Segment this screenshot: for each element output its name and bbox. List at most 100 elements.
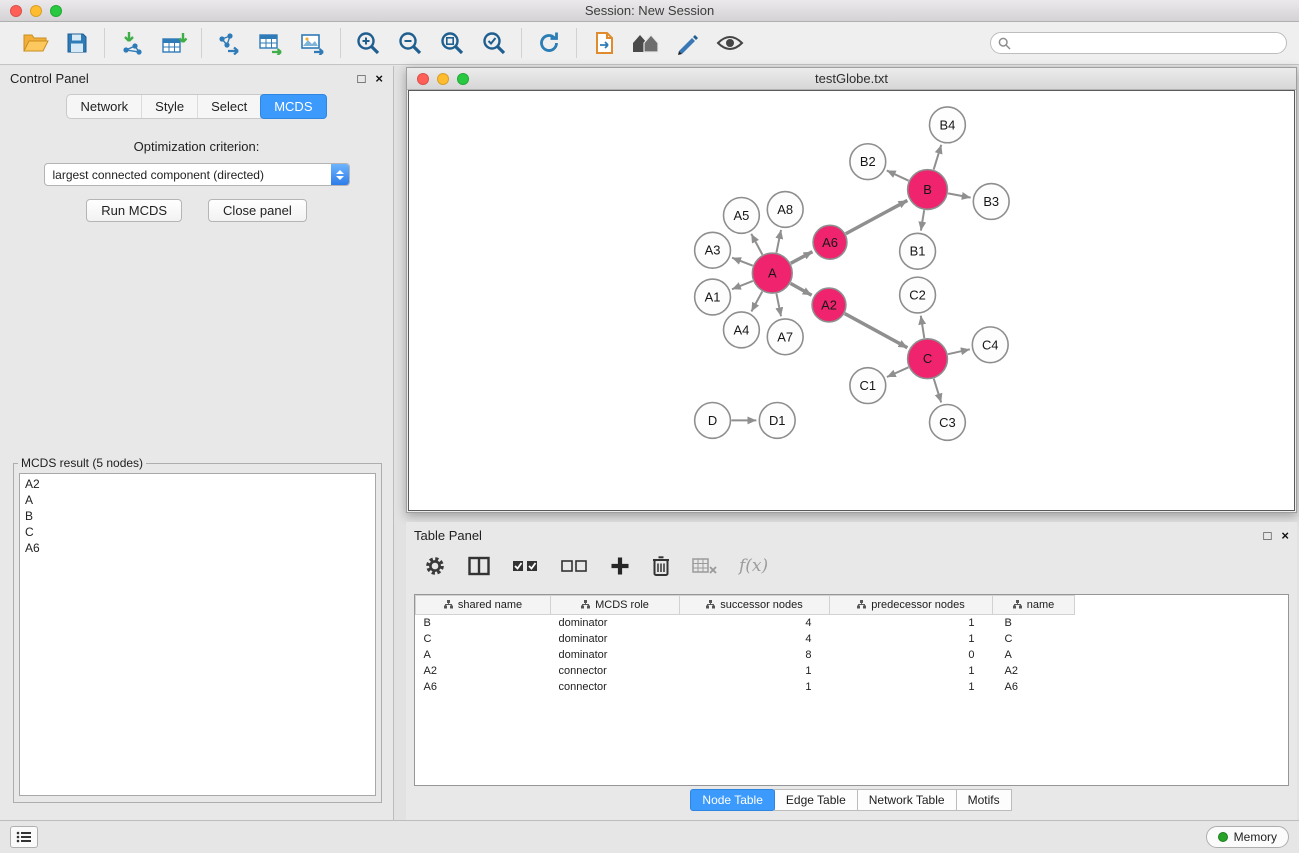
graph-edge-C-C3[interactable] [934,379,941,403]
graph-edge-A-A5[interactable] [751,234,762,255]
table-cell[interactable]: A [993,647,1075,663]
memory-button[interactable]: Memory [1206,826,1289,848]
show-details-button[interactable] [713,27,747,59]
graph-node-A3[interactable]: A3 [695,232,731,268]
zoom-window-button[interactable] [50,5,62,17]
table-cell[interactable]: A6 [416,679,551,695]
first-neighbors-button[interactable] [587,27,621,59]
network-canvas-svg[interactable]: B4B2BB3A5A8A6A3B1AC2A1A2A4A7C4CC1DD1C3 [409,91,1294,510]
zoom-in-button[interactable] [351,27,385,59]
graph-node-C1[interactable]: C1 [850,368,886,404]
tab-select[interactable]: Select [198,95,261,118]
table-cell[interactable]: A [416,647,551,663]
table-cell[interactable]: A2 [993,663,1075,679]
criterion-dropdown[interactable]: largest connected component (directed) [44,163,350,186]
graph-node-A5[interactable]: A5 [723,197,759,233]
graph-node-B2[interactable]: B2 [850,144,886,180]
close-panel-icon[interactable]: × [375,72,383,85]
graph-node-C3[interactable]: C3 [930,405,966,441]
graph-edge-A-A4[interactable] [751,291,762,311]
graph-edge-A-A7[interactable] [776,294,781,317]
mcds-result-item[interactable]: C [25,524,370,540]
table-cell[interactable]: A6 [993,679,1075,695]
graph-node-D[interactable]: D [695,403,731,439]
mcds-result-item[interactable]: A2 [25,476,370,492]
table-cell[interactable]: connector [551,679,680,695]
graph-edge-B-B2[interactable] [887,171,909,181]
graph-node-B3[interactable]: B3 [973,184,1009,220]
close-panel-button[interactable]: Close panel [208,199,307,222]
search-input[interactable] [990,32,1287,54]
graph-node-A8[interactable]: A8 [767,192,803,228]
annotation-button[interactable] [671,27,705,59]
add-column-button[interactable] [610,556,630,576]
table-cell[interactable]: C [416,631,551,647]
table-row[interactable]: Bdominator41B [416,615,1289,631]
table-row[interactable]: A2connector11A2 [416,663,1289,679]
graph-edge-A-A2[interactable] [790,283,811,295]
node-table[interactable]: shared nameMCDS rolesuccessor nodesprede… [414,594,1289,786]
zoom-out-button[interactable] [393,27,427,59]
float-table-panel-icon[interactable]: □ [1264,529,1272,542]
graph-edge-C-C1[interactable] [887,367,909,377]
table-cell[interactable]: C [993,631,1075,647]
table-row[interactable]: A6connector11A6 [416,679,1289,695]
delete-column-button[interactable] [652,555,670,577]
tab-style[interactable]: Style [142,95,198,118]
export-network-button[interactable] [212,27,246,59]
graph-node-A4[interactable]: A4 [723,312,759,348]
graph-node-A2[interactable]: A2 [812,288,846,322]
run-mcds-button[interactable]: Run MCDS [86,199,182,222]
table-cell[interactable]: connector [551,663,680,679]
column-header[interactable]: MCDS role [551,596,680,615]
graph-node-A[interactable]: A [752,253,792,293]
export-image-button[interactable] [296,27,330,59]
table-row[interactable]: Cdominator41C [416,631,1289,647]
table-cell[interactable]: 1 [680,679,830,695]
graph-node-D1[interactable]: D1 [759,403,795,439]
table-cell[interactable]: B [416,615,551,631]
graph-edge-A-A8[interactable] [776,230,781,253]
save-session-button[interactable] [60,27,94,59]
column-header[interactable]: predecessor nodes [830,596,993,615]
import-network-button[interactable] [115,27,149,59]
graph-node-A7[interactable]: A7 [767,319,803,355]
table-row[interactable]: Adominator80A [416,647,1289,663]
graph-edge-A2-C[interactable] [845,314,908,348]
column-header[interactable]: name [993,596,1075,615]
graph-edge-A-A6[interactable] [791,252,813,264]
show-columns-button[interactable] [468,556,490,576]
table-cell[interactable]: 1 [680,663,830,679]
graph-node-A6[interactable]: A6 [813,225,847,259]
graph-edge-C-C4[interactable] [948,349,970,354]
mcds-result-list[interactable]: A2ABCA6 [19,473,376,796]
tab-network-table[interactable]: Network Table [857,789,957,811]
close-window-button[interactable] [10,5,22,17]
table-cell[interactable]: 4 [680,615,830,631]
graph-edge-B-B1[interactable] [921,210,924,230]
network-window-titlebar[interactable]: testGlobe.txt [407,68,1296,90]
mcds-result-item[interactable]: A [25,492,370,508]
delete-table-button[interactable] [692,557,717,575]
table-cell[interactable]: 1 [830,631,993,647]
table-cell[interactable]: A2 [416,663,551,679]
export-table-button[interactable] [254,27,288,59]
network-close-button[interactable] [417,73,429,85]
table-cell[interactable]: 0 [830,647,993,663]
table-cell[interactable]: 4 [680,631,830,647]
table-cell[interactable]: 1 [830,615,993,631]
home-button[interactable] [629,27,663,59]
minimize-window-button[interactable] [30,5,42,17]
table-cell[interactable]: dominator [551,615,680,631]
table-cell[interactable]: dominator [551,647,680,663]
mcds-result-item[interactable]: A6 [25,540,370,556]
graph-node-C[interactable]: C [908,339,948,379]
table-cell[interactable]: dominator [551,631,680,647]
tab-network[interactable]: Network [67,95,142,118]
close-table-panel-icon[interactable]: × [1281,529,1289,542]
dropdown-stepper-icon[interactable] [331,164,349,185]
tab-motifs[interactable]: Motifs [956,789,1012,811]
tab-node-table[interactable]: Node Table [690,789,775,811]
refresh-button[interactable] [532,27,566,59]
graph-edge-B-B4[interactable] [934,145,942,170]
